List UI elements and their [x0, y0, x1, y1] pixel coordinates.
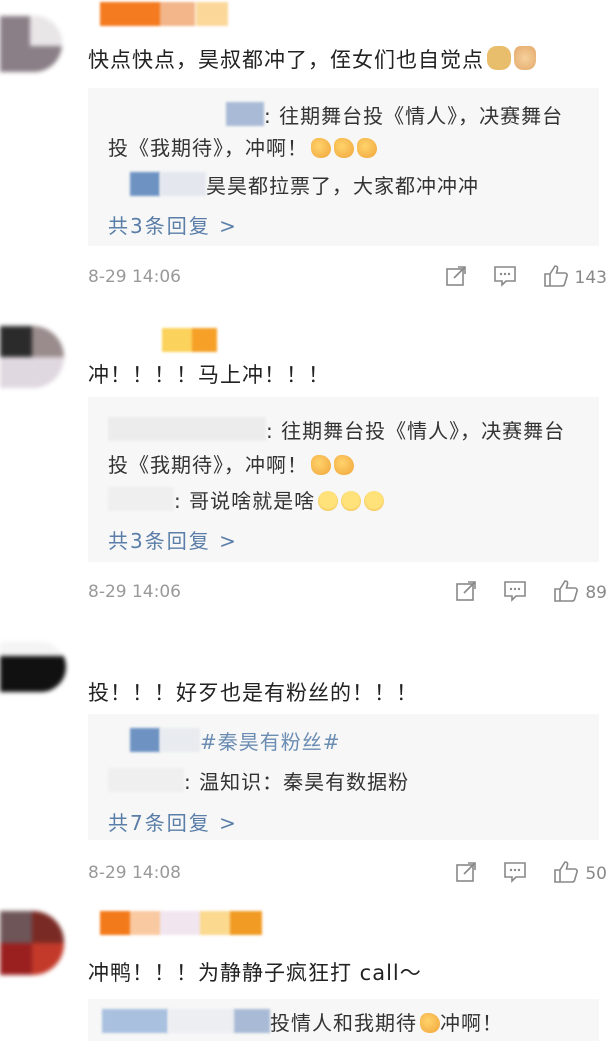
- timestamp: 8-29 14:08: [88, 863, 181, 883]
- comment-text: 冲鸭！！！为静静子疯狂打 call～: [88, 961, 422, 985]
- avatar[interactable]: [0, 642, 66, 692]
- muscle-emoji-icon: [334, 455, 354, 475]
- comment-meta: 8-29 14:08 50: [88, 859, 609, 889]
- muscle-emoji-icon: [311, 455, 331, 475]
- share-icon[interactable]: [455, 861, 477, 888]
- reply-line: 投情人和我期待 冲啊！: [102, 1007, 503, 1036]
- reply-line: 昊昊都拉票了，大家都冲冲冲: [108, 170, 479, 199]
- comment-text: 冲！！！！马上冲！！！: [88, 363, 330, 387]
- muscle-emoji-icon: [420, 1013, 440, 1033]
- thumbs-up-icon[interactable]: [543, 264, 569, 293]
- reply-line: : 往期舞台投《情人》，决赛舞台: [108, 100, 563, 129]
- reply-line: : 温知识：秦昊有数据粉: [108, 766, 409, 795]
- reply-username-blurred-2[interactable]: [168, 1009, 234, 1033]
- doge-emoji-icon: [487, 46, 511, 70]
- view-more-replies-link[interactable]: 共3条回复 >: [108, 525, 238, 554]
- avatar[interactable]: [0, 911, 64, 975]
- view-more-replies-link[interactable]: 共7条回复 >: [108, 807, 238, 836]
- view-more-replies-link[interactable]: 共3条回复 >: [108, 210, 238, 239]
- like-count: 143: [574, 268, 607, 288]
- topic-hashtag-link[interactable]: #秦昊有粉丝#: [200, 730, 341, 754]
- thumbs-up-emoji-icon: [514, 46, 536, 70]
- avatar[interactable]: [0, 16, 62, 72]
- comment-meta: 8-29 14:06 89: [88, 578, 609, 608]
- reply-username-blurred[interactable]: [102, 1009, 168, 1033]
- like-count: 89: [585, 583, 607, 603]
- avatar[interactable]: [0, 326, 64, 388]
- username-blurred[interactable]: [100, 0, 260, 28]
- comment-item: 快点快点，昊叔都冲了，侄女们也自觉点 : 往期舞台投《情人》，决赛舞台 投《我期…: [0, 0, 609, 319]
- thumbs-up-icon[interactable]: [553, 860, 579, 889]
- reply-preview[interactable]: #秦昊有粉丝# : 温知识：秦昊有数据粉 共7条回复 >: [88, 714, 599, 840]
- comment-icon[interactable]: [493, 265, 517, 292]
- reply-username-blurred-2[interactable]: [160, 728, 200, 752]
- share-icon[interactable]: [445, 265, 467, 292]
- reply-preview[interactable]: : 往期舞台投《情人》，决赛舞台 投《我期待》，冲啊！ : 哥说啥就是啥 共3条…: [88, 397, 599, 562]
- share-icon[interactable]: [455, 580, 477, 607]
- reply-line: 投《我期待》，冲啊！: [108, 449, 354, 478]
- reply-line: : 往期舞台投《情人》，决赛舞台: [108, 415, 565, 444]
- timestamp: 8-29 14:06: [88, 582, 181, 602]
- timestamp: 8-29 14:06: [88, 267, 181, 287]
- reply-preview[interactable]: 投情人和我期待 冲啊！: [88, 999, 599, 1041]
- reply-username-blurred[interactable]: [108, 417, 266, 441]
- reply-username-blurred[interactable]: [130, 172, 160, 196]
- dazzled-emoji-icon: [318, 491, 339, 511]
- reply-line: 投《我期待》，冲啊！: [108, 132, 377, 161]
- dazzled-emoji-icon: [341, 491, 362, 511]
- reply-username-blurred[interactable]: [108, 487, 174, 511]
- muscle-emoji-icon: [311, 138, 331, 158]
- comment-item: 冲！！！！马上冲！！！ : 往期舞台投《情人》，决赛舞台 投《我期待》，冲啊！ …: [0, 319, 609, 637]
- reply-username-blurred-2[interactable]: [160, 172, 206, 196]
- thumbs-up-icon[interactable]: [553, 579, 579, 608]
- reply-line: #秦昊有粉丝#: [108, 726, 341, 755]
- dazzled-emoji-icon: [364, 491, 385, 511]
- reply-preview[interactable]: : 往期舞台投《情人》，决赛舞台 投《我期待》，冲啊！ 昊昊都拉票了，大家都冲冲…: [88, 88, 599, 246]
- comment-icon[interactable]: [503, 580, 527, 607]
- comment-item: 投！！！好歹也是有粉丝的！！！ #秦昊有粉丝# : 温知识：秦昊有数据粉 共7条…: [0, 637, 609, 901]
- reply-username-blurred-3[interactable]: [234, 1009, 270, 1033]
- muscle-emoji-icon: [357, 138, 377, 158]
- username-blurred[interactable]: [100, 326, 260, 354]
- comment-text: 快点快点，昊叔都冲了，侄女们也自觉点: [88, 44, 536, 74]
- username-blurred[interactable]: [100, 909, 270, 937]
- comment-item: 冲鸭！！！为静静子疯狂打 call～ 投情人和我期待 冲啊！: [0, 901, 609, 1041]
- reply-username-blurred[interactable]: [108, 768, 184, 792]
- comment-icon[interactable]: [503, 861, 527, 888]
- reply-username-blurred[interactable]: [130, 728, 160, 752]
- comment-meta: 8-29 14:06 143: [88, 263, 609, 293]
- comment-text: 投！！！好歹也是有粉丝的！！！: [88, 681, 418, 705]
- reply-line: : 哥说啥就是啥: [108, 485, 385, 514]
- muscle-emoji-icon: [334, 138, 354, 158]
- reply-username-blurred[interactable]: [226, 102, 264, 126]
- like-count: 50: [585, 864, 607, 884]
